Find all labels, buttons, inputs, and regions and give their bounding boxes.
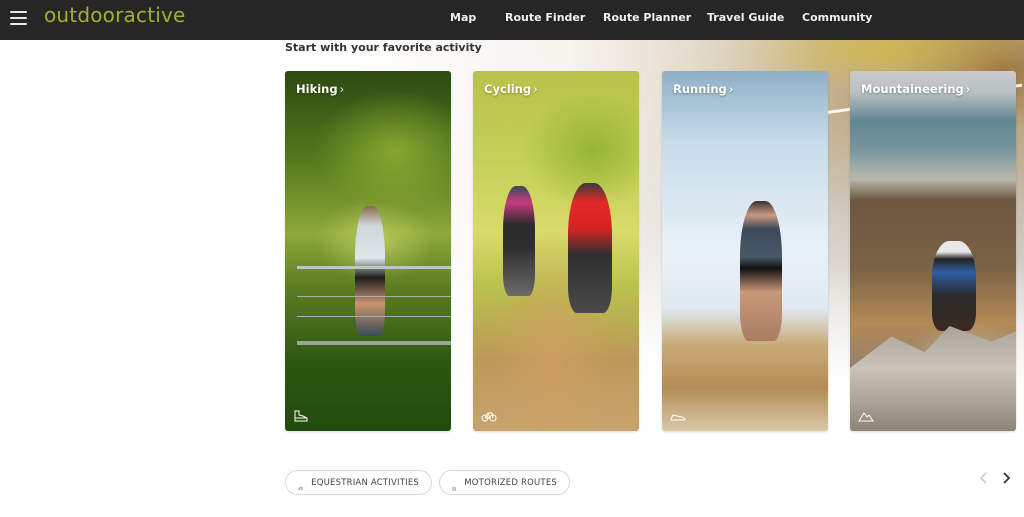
card-title: Cycling › — [484, 82, 538, 96]
activity-card-running[interactable]: Running › — [662, 71, 828, 431]
bicycle-icon — [481, 410, 497, 422]
card-title: Mountaineering › — [861, 82, 970, 96]
running-shoe-icon — [670, 410, 686, 422]
activity-card-hiking[interactable]: Hiking › — [285, 71, 451, 431]
card-title-text: Hiking — [296, 82, 338, 96]
pill-label: EQUESTRIAN ACTIVITIES — [311, 477, 419, 488]
card-title: Hiking › — [296, 82, 344, 96]
chevron-right-icon: › — [533, 82, 538, 96]
hamburger-line — [10, 11, 27, 13]
bridge-railing — [297, 316, 451, 317]
motorized-route-icon — [452, 476, 456, 491]
card-title-text: Running — [673, 82, 727, 96]
chevron-left-icon[interactable] — [977, 470, 991, 486]
nav-item-map[interactable]: Map — [450, 11, 476, 24]
chevron-right-icon: › — [339, 82, 345, 96]
activity-card-mountaineering[interactable]: Mountaineering › — [850, 71, 1016, 431]
cyclist-figure — [503, 186, 535, 296]
climber-figure — [932, 241, 976, 331]
hamburger-line — [10, 23, 27, 25]
runner-figure — [740, 201, 782, 341]
motorized-routes-button[interactable]: MOTORIZED ROUTES — [439, 470, 570, 495]
nav-item-route-planner[interactable]: Route Planner — [603, 11, 691, 24]
card-title-text: Cycling — [484, 82, 532, 96]
hamburger-icon[interactable] — [10, 11, 27, 25]
chevron-right-icon: › — [965, 82, 971, 96]
equestrian-activities-button[interactable]: EQUESTRIAN ACTIVITIES — [285, 470, 432, 495]
nav-item-community[interactable]: Community — [802, 11, 872, 24]
chevron-right-icon: › — [728, 82, 734, 96]
nav-item-route-finder[interactable]: Route Finder — [505, 11, 585, 24]
hamburger-line — [10, 17, 27, 19]
activity-card-cycling[interactable]: Cycling › — [473, 71, 639, 431]
bridge-deck — [297, 341, 451, 345]
cyclist-figure — [568, 183, 612, 313]
chevron-right-icon[interactable] — [999, 470, 1013, 486]
bridge-railing — [297, 296, 451, 297]
pill-label: MOTORIZED ROUTES — [464, 477, 557, 488]
top-navigation-bar: outdooractive Map Route Finder Route Pla… — [0, 0, 1024, 40]
hiking-boot-icon — [293, 410, 309, 422]
card-title-text: Mountaineering — [861, 82, 964, 96]
mountain-icon — [858, 410, 874, 422]
card-title: Running › — [673, 82, 733, 96]
horse-icon — [298, 476, 304, 491]
bridge-railing — [297, 266, 451, 269]
nav-item-travel-guide[interactable]: Travel Guide — [707, 11, 784, 24]
rock-outcrop — [850, 326, 1016, 431]
site-logo[interactable]: outdooractive — [44, 3, 186, 27]
section-title: Start with your favorite activity — [285, 41, 482, 54]
